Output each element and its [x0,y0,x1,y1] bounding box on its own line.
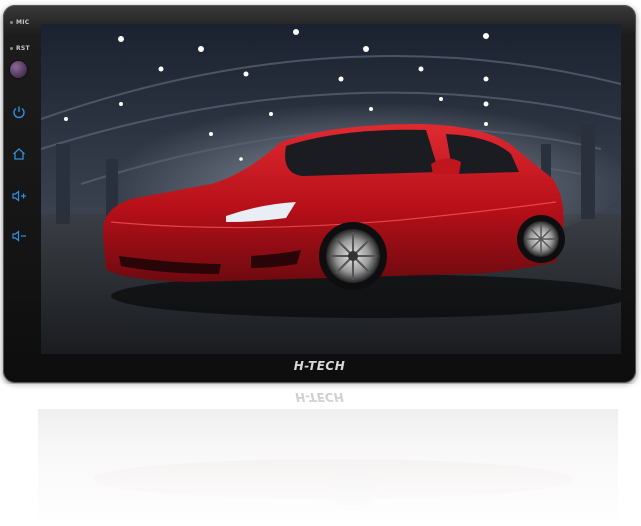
unit-reflection: H-TECH [3,384,636,526]
brand-logo: H-TECH [293,359,346,373]
power-icon [13,106,25,119]
power-button[interactable] [11,104,27,120]
volume-up-icon [12,190,26,202]
side-control-panel: MIC RST [3,5,41,383]
reset-hole[interactable] [10,47,13,50]
wallpaper-image [41,24,621,354]
mic-label: MIC [16,19,30,26]
home-icon [13,148,25,160]
car-stereo-unit: MIC RST H-TECH [3,5,636,383]
reset-label: RST [16,45,30,52]
volume-down-button[interactable] [11,228,27,244]
volume-knob[interactable] [10,61,27,78]
home-button[interactable] [11,146,27,162]
touch-screen[interactable] [41,24,621,354]
reflection-fade [3,384,636,526]
volume-down-icon [12,230,26,242]
mic-hole [10,21,13,24]
volume-up-button[interactable] [11,188,27,204]
